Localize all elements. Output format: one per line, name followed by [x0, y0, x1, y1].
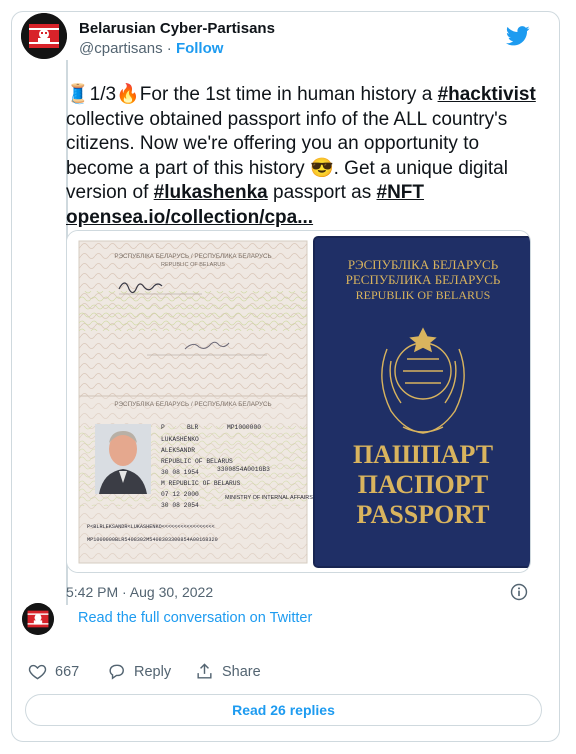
fire-emoji-icon: 🔥 [116, 84, 140, 105]
passport-illustration: РЭСПУБЛІКА БЕЛАРУСЬ / РЕСПУБЛИКА БЕЛАРУС… [67, 231, 530, 572]
issuing-authority: MINISTRY OF INTERNAL AFFAIRS [225, 495, 313, 501]
cover-line-2: РЕСПУБЛИКА БЕЛАРУСЬ [346, 272, 501, 287]
mrz-line-2: MP1000000BLR5408302M5408303300854A001683… [87, 537, 218, 543]
info-icon[interactable] [510, 583, 528, 601]
reply-button[interactable]: Reply [107, 662, 171, 681]
date-of-issue: 07 12 2000 [161, 491, 199, 498]
share-icon [197, 663, 212, 679]
personal-number: 3300854A001GB3 [217, 466, 270, 473]
heart-icon [28, 664, 47, 680]
hashtag-nft[interactable]: #NFT [377, 182, 425, 203]
holder-nationality: REPUBLIC OF BELARUS [161, 458, 233, 465]
cool-emoji-icon: 😎 [309, 157, 334, 179]
opensea-link[interactable]: opensea.io/collection/cpa... [66, 207, 313, 228]
cover-title-3: PASSPORT [357, 500, 490, 529]
hashtag-lukashenka[interactable]: #lukashenka [154, 182, 268, 203]
sex-and-place: M REPUBLIC OF BELARUS [161, 480, 241, 487]
read-conversation-link[interactable]: Read the full conversation on Twitter [78, 610, 312, 626]
page-header-en: REPUBLIC OF BELARUS [161, 262, 225, 268]
conversation-avatar[interactable] [22, 603, 54, 635]
separator: · [166, 40, 172, 57]
author-handle[interactable]: @cpartisans [79, 40, 163, 57]
passport-number: MP1000000 [227, 424, 261, 431]
tweet-text-part: For the 1st time in human history a [139, 84, 438, 105]
reply-label: Reply [134, 663, 172, 680]
author-handle-line: @cpartisans · Follow [79, 40, 223, 57]
follow-button[interactable]: Follow [176, 40, 224, 57]
twitter-bird-icon[interactable] [506, 26, 530, 46]
like-count: 667 [55, 663, 80, 680]
date-of-expiry: 30 08 2054 [161, 502, 199, 509]
cover-title-2: ПАСПОРТ [358, 470, 488, 499]
read-replies-button[interactable]: Read 26 replies [25, 694, 542, 726]
cover-line-1: РЭСПУБЛІКА БЕЛАРУСЬ [348, 257, 499, 272]
like-button[interactable]: 667 [28, 662, 79, 681]
cyber-partisans-logo-icon [22, 603, 54, 635]
hashtag-hacktivist[interactable]: #hacktivist [438, 84, 536, 105]
tweet-text: 🧵1/3🔥For the 1st time in human history a… [66, 83, 536, 230]
share-label: Share [222, 663, 261, 680]
cover-title-1: ПАШПАРТ [353, 440, 493, 469]
date-of-birth: 30 08 1954 [161, 469, 199, 476]
cyber-partisans-logo-icon [21, 13, 67, 59]
author-name[interactable]: Belarusian Cyber-Partisans [79, 20, 275, 37]
passport-type: P [161, 424, 165, 431]
tweet-timestamp[interactable]: 5:42 PM · Aug 30, 2022 [66, 584, 213, 600]
cover-line-3: REPUBLIK OF BELARUS [356, 288, 491, 302]
reply-icon [109, 664, 124, 680]
passport-image[interactable]: РЭСПУБЛІКА БЕЛАРУСЬ / РЕСПУБЛИКА БЕЛАРУС… [66, 230, 531, 573]
spool-emoji-icon: 🧵 [66, 84, 90, 105]
share-button[interactable]: Share [195, 662, 261, 681]
tweet-text-part: passport as [267, 182, 377, 203]
passport-code: BLR [187, 424, 199, 431]
holder-surname: LUKASHENKO [161, 436, 199, 443]
data-page-header: РЭСПУБЛІКА БЕЛАРУСЬ / РЕСПУБЛИКА БЕЛАРУС… [114, 401, 271, 408]
thread-counter: 1/3 [89, 84, 117, 105]
author-avatar[interactable] [21, 13, 67, 59]
holder-given-name: ALEKSANDR [161, 447, 195, 454]
page-header: РЭСПУБЛІКА БЕЛАРУСЬ / РЕСПУБЛИКА БЕЛАРУС… [114, 253, 271, 260]
mrz-line-1: P<BLRLEKSANDR<LUKASHENKO<<<<<<<<<<<<<<<<… [87, 524, 215, 530]
